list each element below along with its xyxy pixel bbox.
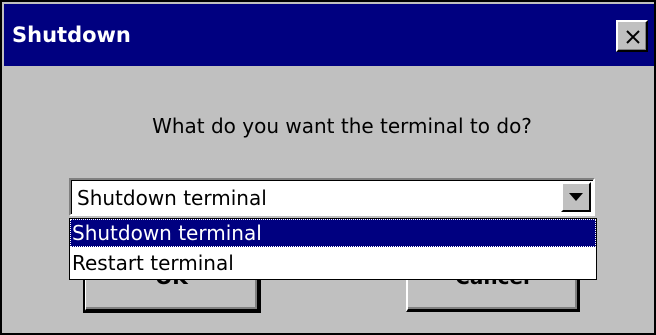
option-restart-terminal[interactable]: Restart terminal [70,249,596,277]
combobox-value: Shutdown terminal [77,186,267,210]
combobox-arrow-button[interactable] [561,182,591,212]
window-title: Shutdown [12,23,131,47]
prompt-text: What do you want the terminal to do? [152,114,532,138]
shutdown-dialog: Shutdown What do you want the terminal t… [0,0,656,335]
title-bar[interactable]: Shutdown [4,4,654,66]
close-button[interactable] [616,20,648,52]
option-shutdown-terminal[interactable]: Shutdown terminal [70,219,596,247]
action-combobox[interactable]: Shutdown terminal [69,178,595,216]
combobox-dropdown-list[interactable]: Shutdown terminal Restart terminal [69,218,597,280]
